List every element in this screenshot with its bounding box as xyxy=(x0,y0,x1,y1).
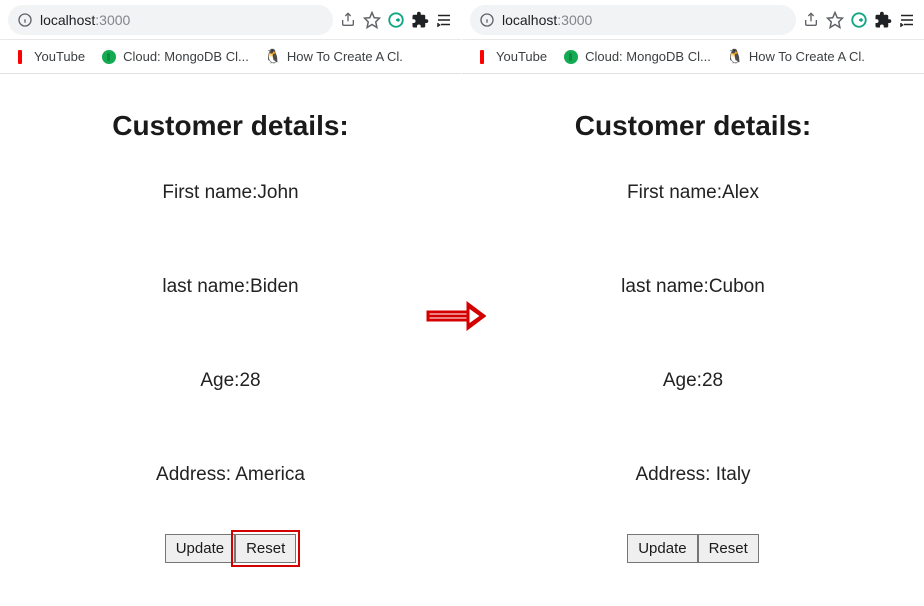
bookmark-label: YouTube xyxy=(496,49,547,64)
right-browser-pane: localhost:3000 YouTube xyxy=(462,0,924,606)
button-row: Update Reset xyxy=(10,534,451,563)
bookmark-label: How To Create A Cl. xyxy=(749,49,865,64)
url-input[interactable]: localhost:3000 xyxy=(8,5,333,35)
first-name-field: First name:John xyxy=(10,182,451,204)
first-name-field: First name:Alex xyxy=(472,182,914,204)
update-button[interactable]: Update xyxy=(165,534,235,563)
reset-button[interactable]: Reset xyxy=(235,534,296,563)
reading-list-icon[interactable] xyxy=(435,11,453,29)
youtube-icon xyxy=(12,49,28,65)
page-content: Customer details: First name:John last n… xyxy=(0,74,461,583)
left-browser-pane: localhost:3000 YouTube xyxy=(0,0,462,606)
url-input[interactable]: localhost:3000 xyxy=(470,5,796,35)
bookmark-label: Cloud: MongoDB Cl... xyxy=(123,49,249,64)
address-bar: localhost:3000 xyxy=(462,0,924,40)
bookmark-label: Cloud: MongoDB Cl... xyxy=(585,49,711,64)
mongodb-icon xyxy=(563,49,579,65)
update-button[interactable]: Update xyxy=(627,534,697,563)
bookmark-label: YouTube xyxy=(34,49,85,64)
url-host: localhost:3000 xyxy=(40,12,130,28)
grammarly-icon[interactable] xyxy=(387,11,405,29)
page-title: Customer details: xyxy=(472,110,914,142)
reset-button[interactable]: Reset xyxy=(698,534,759,563)
extensions-icon[interactable] xyxy=(874,11,892,29)
age-field: Age:28 xyxy=(472,370,914,392)
star-icon[interactable] xyxy=(826,11,844,29)
tutorial-icon: 🐧 xyxy=(727,49,743,65)
bookmark-label: How To Create A Cl. xyxy=(287,49,403,64)
bookmark-tutorial[interactable]: 🐧 How To Create A Cl. xyxy=(721,45,871,69)
page-content: Customer details: First name:Alex last n… xyxy=(462,74,924,583)
bookmark-tutorial[interactable]: 🐧 How To Create A Cl. xyxy=(259,45,409,69)
bookmark-youtube[interactable]: YouTube xyxy=(468,45,553,69)
address-field: Address: Italy xyxy=(472,464,914,486)
address-field: Address: America xyxy=(10,464,451,486)
age-field: Age:28 xyxy=(10,370,451,392)
star-icon[interactable] xyxy=(363,11,381,29)
share-icon[interactable] xyxy=(339,11,357,29)
share-icon[interactable] xyxy=(802,11,820,29)
address-bar: localhost:3000 xyxy=(0,0,461,40)
url-host: localhost:3000 xyxy=(502,12,592,28)
button-row: Update Reset xyxy=(472,534,914,563)
mongodb-icon xyxy=(101,49,117,65)
bookmark-mongodb[interactable]: Cloud: MongoDB Cl... xyxy=(95,45,255,69)
bookmark-youtube[interactable]: YouTube xyxy=(6,45,91,69)
last-name-field: last name:Biden xyxy=(10,276,451,298)
site-info-icon[interactable] xyxy=(16,11,34,29)
youtube-icon xyxy=(474,49,490,65)
last-name-field: last name:Cubon xyxy=(472,276,914,298)
grammarly-icon[interactable] xyxy=(850,11,868,29)
bookmarks-bar: YouTube Cloud: MongoDB Cl... 🐧 How To Cr… xyxy=(0,40,461,74)
bookmarks-bar: YouTube Cloud: MongoDB Cl... 🐧 How To Cr… xyxy=(462,40,924,74)
bookmark-mongodb[interactable]: Cloud: MongoDB Cl... xyxy=(557,45,717,69)
reading-list-icon[interactable] xyxy=(898,11,916,29)
tutorial-icon: 🐧 xyxy=(265,49,281,65)
page-title: Customer details: xyxy=(10,110,451,142)
extensions-icon[interactable] xyxy=(411,11,429,29)
site-info-icon[interactable] xyxy=(478,11,496,29)
